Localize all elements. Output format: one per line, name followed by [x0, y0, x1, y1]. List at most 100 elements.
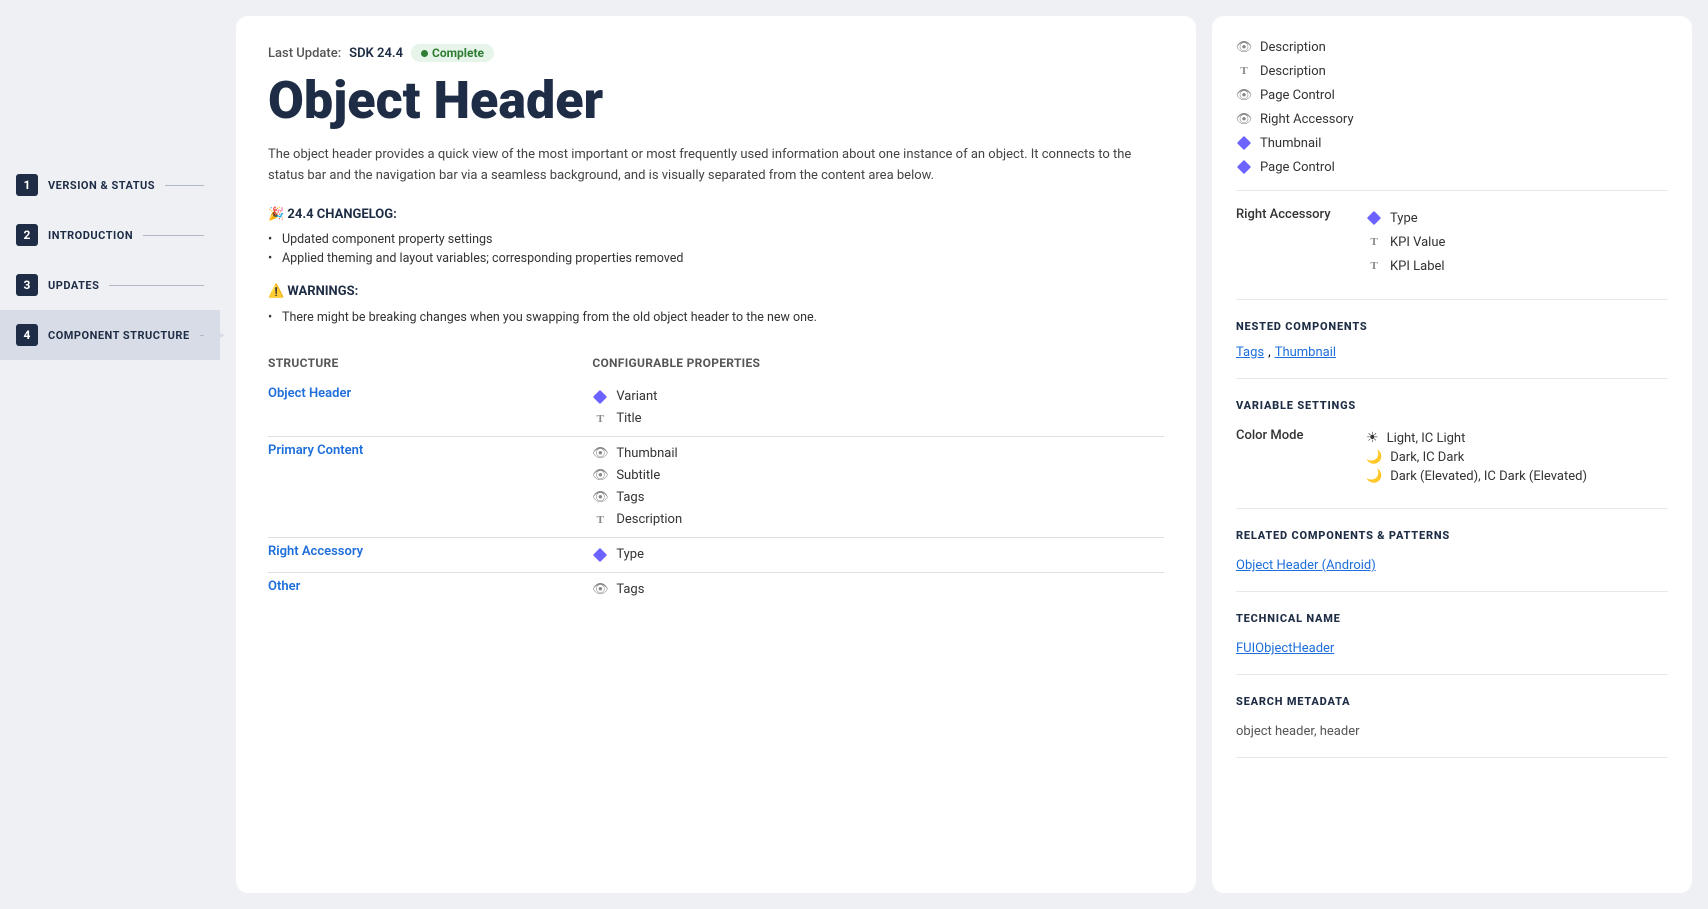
color-mode-options: ☀ Light, IC Light 🌙 Dark, IC Dark 🌙 Dark… — [1366, 424, 1668, 490]
prop-item: 👁 Thumbnail — [592, 443, 1164, 465]
technical-name-section: TECHNICAL NAME FUIObjectHeader — [1236, 612, 1668, 675]
prop-item: Type — [592, 544, 1164, 566]
t-icon: T — [592, 512, 608, 528]
sidebar: 1 VERSION & STATUS 2 INTRODUCTION 3 UPDA… — [0, 0, 220, 909]
info-table-row: Right Accessory Type T KPI Value — [1236, 203, 1668, 281]
warnings-title: ⚠️ WARNINGS: — [268, 284, 1164, 299]
nested-components-section: NESTED COMPONENTS Tags , Thumbnail — [1236, 320, 1668, 379]
prop-item: 👁 Subtitle — [592, 465, 1164, 487]
prop-item: 👁 Right Accessory — [1236, 108, 1668, 130]
eye-icon: 👁 — [1236, 39, 1252, 55]
sidebar-item-updates[interactable]: 3 UPDATES — [0, 260, 220, 310]
row-label: Other — [268, 572, 592, 607]
sdk-version-badge: SDK 24.4 — [349, 46, 403, 61]
eye-icon: 👁 — [592, 468, 608, 484]
sun-icon: ☀ — [1366, 430, 1379, 446]
prop-item: T Description — [592, 509, 1164, 531]
link-separator: , — [1268, 345, 1271, 360]
warnings-section: ⚠️ WARNINGS: There might be breaking cha… — [268, 284, 1164, 330]
diamond-icon — [592, 389, 608, 405]
t-icon: T — [1366, 258, 1382, 274]
moon-elevated-icon: 🌙 — [1366, 469, 1382, 484]
changelog-list: Updated component property settings Appl… — [268, 230, 1164, 268]
nav-line — [143, 235, 204, 236]
nested-link-tags[interactable]: Tags — [1236, 345, 1264, 360]
row-props: Type — [592, 537, 1164, 572]
eye-icon: 👁 — [592, 582, 608, 598]
last-update-label: Last Update: — [268, 46, 341, 61]
warnings-list: There might be breaking changes when you… — [268, 307, 1164, 330]
row-label: Right Accessory — [1236, 203, 1366, 281]
structure-table: STRUCTURE CONFIGURABLE PROPERTIES Object… — [268, 350, 1164, 607]
intro-text: The object header provides a quick view … — [268, 145, 1164, 187]
diamond-icon — [592, 547, 608, 563]
row-props: Type T KPI Value T KPI Label — [1366, 203, 1668, 281]
table-row: Other 👁 Tags — [268, 572, 1164, 607]
t-icon: T — [1366, 234, 1382, 250]
row-label: Right Accessory — [268, 537, 592, 572]
eye-icon: 👁 — [1236, 111, 1252, 127]
row-label: Primary Content — [268, 436, 592, 537]
prop-item: 👁 Page Control — [1236, 84, 1668, 106]
sidebar-item-introduction[interactable]: 2 INTRODUCTION — [0, 210, 220, 260]
changelog-item: Updated component property settings — [268, 230, 1164, 249]
diamond-icon — [1236, 159, 1252, 175]
status-text: Complete — [432, 46, 484, 60]
nested-links: Tags , Thumbnail — [1236, 345, 1668, 360]
info-table-row: Color Mode ☀ Light, IC Light 🌙 Dark, IC … — [1236, 424, 1668, 490]
section-title: SEARCH METADATA — [1236, 695, 1668, 708]
eye-icon: 👁 — [592, 490, 608, 506]
prop-item: Page Control — [1236, 156, 1668, 178]
table-row: Primary Content 👁 Thumbnail 👁 Subtitle 👁 — [268, 436, 1164, 537]
warnings-emoji: ⚠️ — [268, 284, 287, 299]
row-label: Color Mode — [1236, 424, 1366, 490]
eye-icon: 👁 — [1236, 87, 1252, 103]
section-title: VARIABLE SETTINGS — [1236, 399, 1668, 412]
nested-link-thumbnail[interactable]: Thumbnail — [1275, 345, 1336, 360]
info-props-top: 👁 Description T Description 👁 Page Contr… — [1236, 36, 1668, 178]
prop-item: Type — [1366, 207, 1668, 229]
prop-item: Thumbnail — [1236, 132, 1668, 154]
sidebar-item-component-structure[interactable]: 4 COMPONENT STRUCTURE — [0, 310, 220, 360]
prop-item: T KPI Value — [1366, 231, 1668, 253]
changelog-section: 🎉 24.4 CHANGELOG: Updated component prop… — [268, 207, 1164, 268]
diamond-icon — [1236, 135, 1252, 151]
main-content: Last Update: SDK 24.4 Complete Object He… — [220, 0, 1708, 909]
changelog-title: 🎉 24.4 CHANGELOG: — [268, 207, 1164, 222]
diamond-icon — [1366, 210, 1382, 226]
right-accessory-type-section: Right Accessory Type T KPI Value — [1236, 203, 1668, 300]
row-label: Object Header — [268, 380, 592, 437]
moon-icon: 🌙 — [1366, 450, 1382, 465]
t-icon: T — [1236, 63, 1252, 79]
prop-item: 👁 Tags — [592, 579, 1164, 601]
info-props: Type T KPI Value T KPI Label — [1366, 207, 1668, 277]
technical-name-link[interactable]: FUIObjectHeader — [1236, 641, 1334, 656]
nav-line — [109, 285, 204, 286]
metadata-text: object header, header — [1236, 724, 1360, 739]
color-mode-dark: 🌙 Dark, IC Dark — [1366, 448, 1668, 467]
info-table: Color Mode ☀ Light, IC Light 🌙 Dark, IC … — [1236, 424, 1668, 490]
info-card: 👁 Description T Description 👁 Page Contr… — [1212, 16, 1692, 893]
prop-item: T Description — [1236, 60, 1668, 82]
nav-line — [200, 335, 204, 336]
doc-card: Last Update: SDK 24.4 Complete Object He… — [236, 16, 1196, 893]
related-components-section: RELATED COMPONENTS & PATTERNS Object Hea… — [1236, 529, 1668, 592]
related-component-link[interactable]: Object Header (Android) — [1236, 558, 1376, 573]
table-row: Object Header Variant T Title — [268, 380, 1164, 437]
prop-item: 👁 Tags — [592, 487, 1164, 509]
section-title: RELATED COMPONENTS & PATTERNS — [1236, 529, 1668, 542]
prop-item: T Title — [592, 408, 1164, 430]
structure-col-header: STRUCTURE — [268, 350, 592, 380]
sidebar-item-version[interactable]: 1 VERSION & STATUS — [0, 160, 220, 210]
status-dot — [421, 50, 428, 57]
color-mode-dark-elevated: 🌙 Dark (Elevated), IC Dark (Elevated) — [1366, 467, 1668, 486]
color-mode-light: ☀ Light, IC Light — [1366, 428, 1668, 448]
table-row: Right Accessory Type — [268, 537, 1164, 572]
search-metadata-section: SEARCH METADATA object header, header — [1236, 695, 1668, 758]
configurable-col-header: CONFIGURABLE PROPERTIES — [592, 350, 1164, 380]
page-title: Object Header — [268, 72, 1164, 129]
right-accessory-props-section: 👁 Description T Description 👁 Page Contr… — [1236, 36, 1668, 191]
section-title: TECHNICAL NAME — [1236, 612, 1668, 625]
row-props: 👁 Thumbnail 👁 Subtitle 👁 Tags T — [592, 436, 1164, 537]
row-props: 👁 Tags — [592, 572, 1164, 607]
